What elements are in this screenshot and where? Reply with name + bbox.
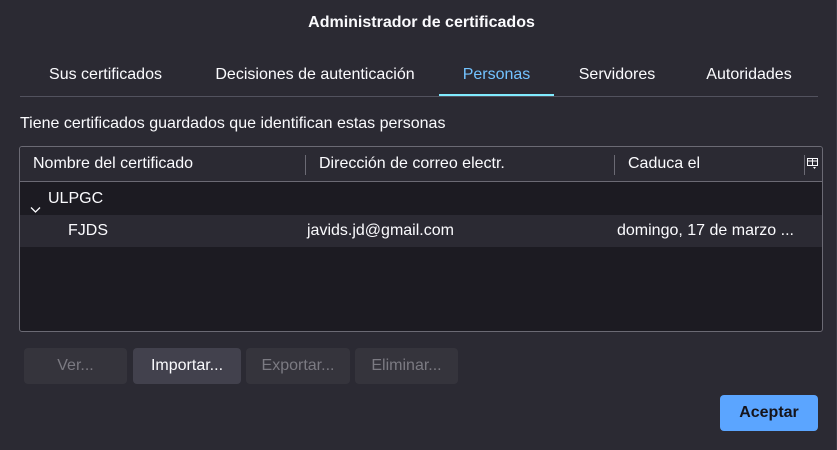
- accept-button[interactable]: Aceptar: [720, 395, 818, 431]
- tab-bar: Sus certificados Decisiones de autentica…: [20, 56, 818, 97]
- cell-email: javids.jd@gmail.com: [307, 222, 454, 239]
- column-header-email[interactable]: Dirección de correo electr.: [319, 147, 505, 181]
- cell-certificate-name: FJDS: [68, 222, 108, 239]
- tab-your-certificates[interactable]: Sus certificados: [20, 56, 191, 94]
- tab-authentication-decisions[interactable]: Decisiones de autenticación: [191, 56, 439, 94]
- group-label: ULPGC: [48, 190, 104, 207]
- column-header-expires[interactable]: Caduca el: [628, 147, 700, 181]
- tree-header: Nombre del certificado Dirección de corr…: [20, 147, 822, 182]
- export-button[interactable]: Exportar...: [246, 348, 350, 384]
- tab-people-label: Personas: [462, 66, 531, 83]
- delete-button[interactable]: Eliminar...: [355, 348, 458, 384]
- tab-servers[interactable]: Servidores: [554, 56, 680, 94]
- certificate-tree[interactable]: Nombre del certificado Dirección de corr…: [19, 146, 823, 332]
- tree-group-row[interactable]: ULPGC: [20, 183, 822, 215]
- tab-people[interactable]: Personas: [439, 56, 554, 96]
- import-button[interactable]: Importar...: [133, 348, 241, 384]
- column-separator[interactable]: [614, 155, 615, 175]
- cell-expires: domingo, 17 de marzo ...: [617, 222, 794, 239]
- view-button[interactable]: Ver...: [24, 348, 127, 384]
- column-header-certificate-name[interactable]: Nombre del certificado: [33, 147, 193, 181]
- dialog-title: Administrador de certificados: [308, 14, 535, 31]
- column-picker-icon[interactable]: [804, 147, 822, 181]
- tab-authorities[interactable]: Autoridades: [680, 56, 818, 94]
- people-description: Tiene certificados guardados que identif…: [20, 115, 446, 132]
- column-separator[interactable]: [305, 155, 306, 175]
- certificate-manager-dialog: Administrador de certificados Sus certif…: [0, 0, 837, 450]
- table-row[interactable]: FJDS javids.jd@gmail.com domingo, 17 de …: [20, 215, 822, 247]
